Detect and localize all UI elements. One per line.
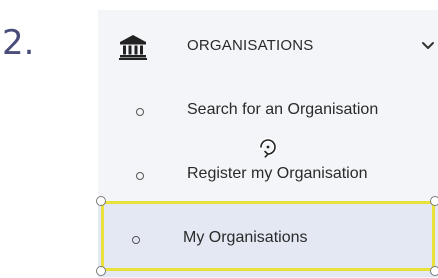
submenu-item-my-organisations[interactable]: My Organisations: [98, 201, 438, 277]
bullet-icon: [132, 236, 140, 244]
tutorial-screenshot: 2. ORGANISATIONS Search for an Organisat…: [0, 0, 438, 278]
submenu-item-label: Search for an Organisation: [187, 101, 379, 118]
submenu-item-label: Register my Organisation: [187, 165, 368, 182]
rotate-cursor-icon: [259, 138, 277, 158]
bank-icon: [119, 35, 147, 60]
resize-handle[interactable]: [96, 266, 106, 276]
menu-section-organisations[interactable]: ORGANISATIONS: [98, 10, 438, 82]
submenu-item-search-organisation[interactable]: Search for an Organisation: [98, 84, 438, 140]
chevron-down-icon[interactable]: [421, 41, 435, 51]
bullet-icon: [136, 172, 144, 180]
bullet-icon: [136, 108, 144, 116]
menu-section-label: ORGANISATIONS: [187, 37, 314, 54]
resize-handle[interactable]: [96, 196, 106, 206]
step-number: 2.: [2, 23, 35, 63]
resize-handle[interactable]: [430, 196, 438, 206]
resize-handle[interactable]: [430, 266, 438, 276]
submenu-item-label: My Organisations: [183, 229, 308, 246]
